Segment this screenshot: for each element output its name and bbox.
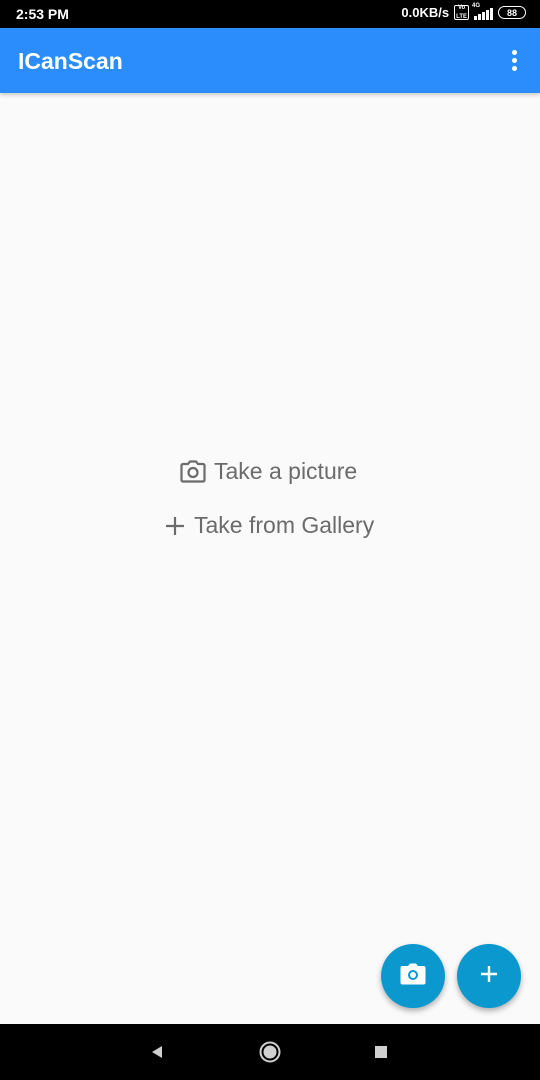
volte-bottom-label: LTE (456, 13, 467, 20)
add-fab-button[interactable] (457, 944, 521, 1008)
more-vert-icon[interactable] (502, 48, 526, 72)
app-bar: ICanScan (0, 28, 540, 93)
battery-icon: 88 (498, 6, 526, 19)
plus-icon (164, 515, 186, 537)
status-icons: 0.0KB/s Vo LTE 4G 88 (401, 2, 526, 20)
system-nav-bar (0, 1024, 540, 1080)
take-from-gallery-action[interactable]: Take from Gallery (164, 512, 374, 539)
take-picture-label: Take a picture (214, 458, 358, 484)
back-triangle-icon[interactable] (145, 1040, 169, 1064)
take-from-gallery-label: Take from Gallery (194, 512, 375, 538)
battery-level: 88 (506, 7, 517, 18)
camera-icon (180, 459, 206, 484)
recents-square-icon[interactable] (369, 1040, 393, 1064)
home-circle-icon[interactable] (258, 1040, 282, 1064)
net-speed: 0.0KB/s (401, 5, 450, 20)
take-picture-action[interactable]: Take a picture (180, 458, 357, 485)
signal-icon: 4G (472, 2, 493, 20)
network-type: 4G (472, 2, 481, 9)
status-bar: 2:53 PM 0.0KB/s Vo LTE 4G 88 (0, 0, 540, 28)
status-time: 2:53 PM (16, 6, 69, 22)
app-title: ICanScan (18, 48, 123, 74)
volte-icon: Vo LTE (454, 5, 469, 20)
volte-top-label: Vo (457, 4, 466, 11)
plus-icon (479, 964, 499, 989)
camera-icon (400, 963, 426, 990)
camera-fab-button[interactable] (381, 944, 445, 1008)
